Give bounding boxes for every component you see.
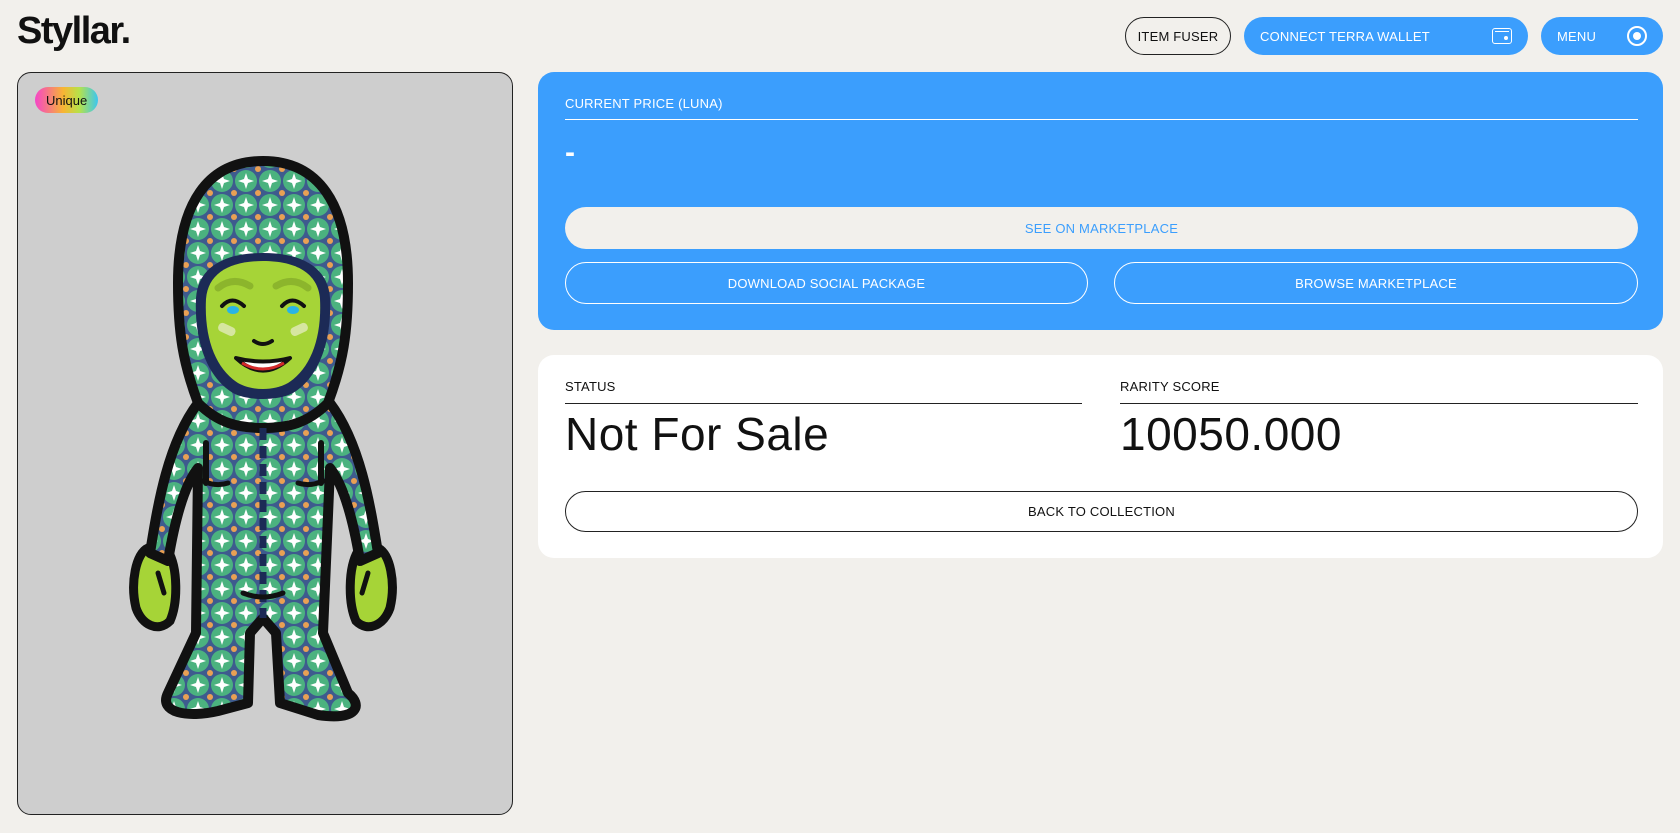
browse-marketplace-label: BROWSE MARKETPLACE	[1295, 275, 1457, 291]
status-panel: STATUS Not For Sale RARITY SCORE 10050.0…	[538, 355, 1663, 558]
connect-wallet-button[interactable]: CONNECT TERRA WALLET	[1244, 17, 1528, 55]
current-price-label: CURRENT PRICE (LUNA)	[565, 96, 723, 111]
rarity-badge: Unique	[35, 87, 99, 113]
menu-label: MENU	[1557, 28, 1597, 44]
badge-label: Unique	[46, 92, 88, 108]
avatar-illustration	[129, 155, 397, 722]
wallet-icon	[1492, 28, 1512, 44]
logo-text: Styllar	[17, 10, 122, 52]
back-to-collection-button[interactable]: BACK TO COLLECTION	[565, 491, 1638, 532]
divider	[565, 119, 1638, 120]
item-fuser-label: ITEM FUSER	[1137, 28, 1219, 44]
price-panel: CURRENT PRICE (LUNA) - SEE ON MARKETPLAC…	[538, 72, 1663, 330]
styllar-logo[interactable]: Styllar.	[17, 10, 132, 53]
rarity-score-label: RARITY SCORE	[1120, 379, 1220, 394]
current-price-value: -	[565, 136, 575, 169]
connect-wallet-label: CONNECT TERRA WALLET	[1260, 28, 1430, 44]
header: Styllar. ITEM FUSER CONNECT TERRA WALLET…	[0, 0, 1680, 72]
item-fuser-button[interactable]: ITEM FUSER	[1125, 17, 1231, 55]
artwork-card: Unique	[17, 72, 513, 815]
menu-button[interactable]: MENU	[1541, 17, 1663, 55]
logo-dot: .	[120, 10, 132, 52]
menu-toggle-icon	[1627, 26, 1647, 46]
download-social-package-label: DOWNLOAD SOCIAL PACKAGE	[727, 275, 926, 291]
see-on-marketplace-label: SEE ON MARKETPLACE	[1024, 220, 1179, 236]
status-label: STATUS	[565, 379, 616, 394]
see-on-marketplace-button[interactable]: SEE ON MARKETPLACE	[565, 207, 1638, 249]
back-to-collection-label: BACK TO COLLECTION	[1028, 504, 1175, 519]
browse-marketplace-button[interactable]: BROWSE MARKETPLACE	[1114, 262, 1638, 304]
divider	[1120, 403, 1638, 404]
rarity-score-value: 10050.000	[1120, 408, 1342, 460]
divider	[565, 403, 1082, 404]
status-value: Not For Sale	[565, 408, 830, 460]
download-social-package-button[interactable]: DOWNLOAD SOCIAL PACKAGE	[565, 262, 1088, 304]
